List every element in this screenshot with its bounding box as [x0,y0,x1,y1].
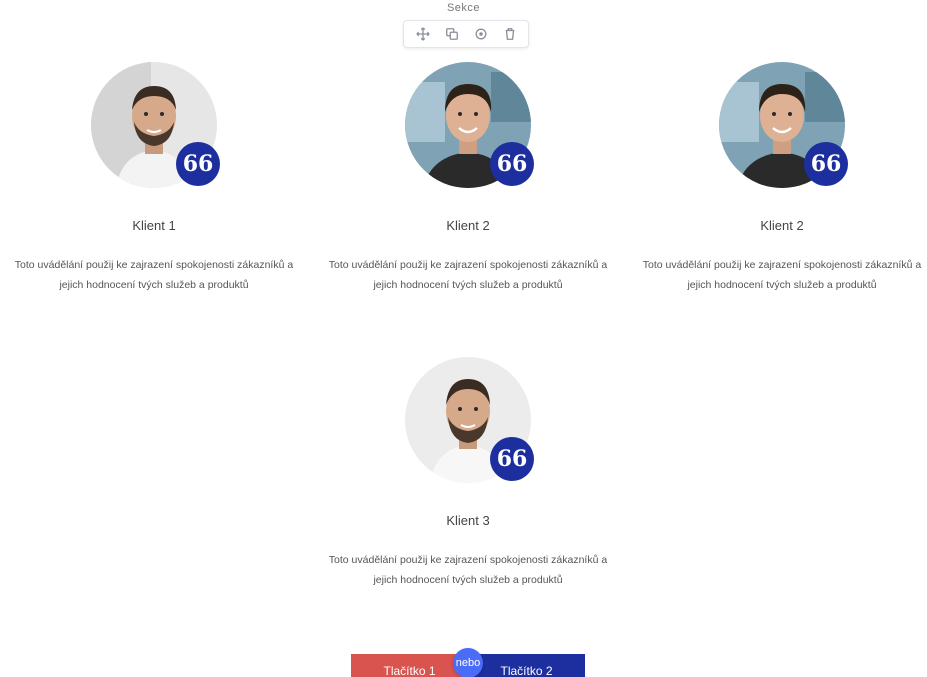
quote-icon: 66 [490,437,534,481]
avatar-wrap: 66 [719,62,848,188]
client-text: Toto uvádělání použij ke zajrazení spoko… [642,259,922,291]
quote-icon: 66 [490,142,534,186]
testimonial-card: 66 Klient 2 Toto uvádělání použij ke zaj… [318,62,618,295]
page: Sekce 66 Klient 1 Toto uvádělání použij … [0,0,927,677]
quote-icon: 66 [176,142,220,186]
section-label: Sekce [446,2,481,14]
delete-icon[interactable] [499,23,521,45]
avatar-wrap: 66 [405,357,534,483]
button-group: Tlačítko 1 Tlačítko 2 nebo [351,648,585,677]
client-text: Toto uvádělání použij ke zajrazení spoko… [14,259,294,291]
client-name: Klient 1 [132,218,176,233]
quote-icon: 66 [804,142,848,186]
element-toolbar [403,20,529,48]
secondary-button[interactable]: Tlačítko 2 [468,654,585,677]
primary-button[interactable]: Tlačítko 1 [351,654,468,677]
testimonial-card: 66 Klient 1 Toto uvádělání použij ke zaj… [4,62,304,295]
avatar-wrap: 66 [91,62,220,188]
duplicate-icon[interactable] [441,23,463,45]
settings-icon[interactable] [470,23,492,45]
client-name: Klient 2 [446,218,490,233]
testimonial-card: 66 Klient 2 Toto uvádělání použij ke zaj… [632,62,927,295]
move-icon[interactable] [412,23,434,45]
client-name: Klient 2 [760,218,804,233]
client-name: Klient 3 [446,513,490,528]
client-text: Toto uvádělání použij ke zajrazení spoko… [328,554,608,586]
divider-badge: nebo [453,648,483,677]
testimonial-card: 66 Klient 3 Toto uvádělání použij ke zaj… [318,357,618,590]
avatar-wrap: 66 [405,62,534,188]
client-text: Toto uvádělání použij ke zajrazení spoko… [328,259,608,291]
